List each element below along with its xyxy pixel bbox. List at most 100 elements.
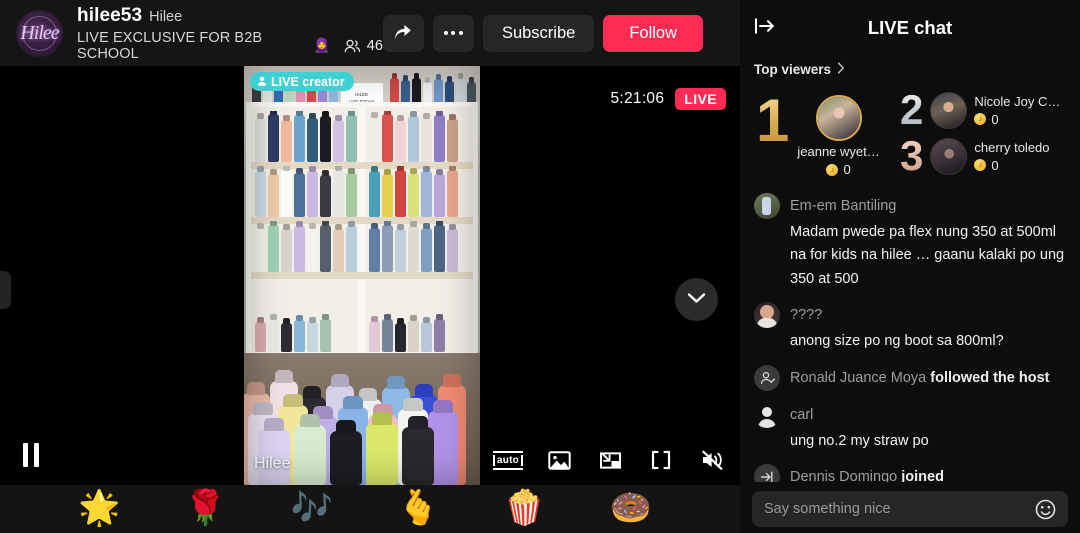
chat-message[interactable]: carl ung no.2 my straw po xyxy=(754,402,1066,453)
top-viewer-rank-1[interactable]: 1 jeanne wyet… 0 xyxy=(756,87,880,178)
chat-input-placeholder[interactable]: Say something nice xyxy=(764,501,1035,517)
coin-count: 0 xyxy=(991,157,999,173)
viewer-count-group: 46 xyxy=(344,38,383,54)
viewer-count: 46 xyxy=(366,37,383,54)
quality-auto-icon: auto xyxy=(493,450,523,470)
avatar-logo-text: Hilee xyxy=(20,21,59,44)
chat-author: carl xyxy=(790,406,814,423)
player-column: Hilee hilee53 Hilee LIVE EXCLUSIVE FOR B… xyxy=(0,0,740,533)
gift-popcorn[interactable]: 🍿 xyxy=(503,491,545,525)
stream-timer: 5:21:06 xyxy=(610,90,665,107)
coin-icon xyxy=(974,113,987,125)
enter-icon xyxy=(754,464,780,482)
more-options-button[interactable] xyxy=(432,14,474,52)
chat-header: LIVE chat xyxy=(740,0,1080,56)
chat-input-bar[interactable]: Say something nice xyxy=(752,491,1068,527)
subscribe-button[interactable]: Subscribe xyxy=(482,14,595,52)
follow-button[interactable]: Follow xyxy=(603,14,703,52)
emoji-smiley-icon[interactable] xyxy=(1035,499,1056,520)
chevron-down-icon xyxy=(687,292,706,307)
rank-number: 2 xyxy=(900,86,924,133)
gift-rose[interactable]: 🌹 xyxy=(184,491,226,525)
live-video[interactable]: HILEE LiVE TODAY SEPT 04 2023 xyxy=(244,66,480,485)
avatar[interactable] xyxy=(930,137,968,175)
top-viewers-label: Top viewers xyxy=(754,62,832,77)
live-status-badge: LIVE xyxy=(675,88,726,110)
chat-title: LIVE chat xyxy=(867,17,953,38)
chat-text: anong size po ng boot sa 800ml? xyxy=(790,333,1004,350)
gift-finger-heart[interactable]: 🫰 xyxy=(397,491,439,525)
pause-icon xyxy=(23,443,39,467)
video-vignette xyxy=(244,66,480,485)
people-icon xyxy=(344,39,361,53)
chat-message-list[interactable]: Em-em Bantiling Madam pwede pa flex nung… xyxy=(740,187,1080,482)
chat-author: ???? xyxy=(790,307,823,324)
gift-music-note[interactable]: 🎶 xyxy=(291,491,333,525)
gallery-button[interactable] xyxy=(545,447,573,473)
chat-message[interactable]: ???? anong size po ng boot sa 800ml? xyxy=(754,302,1066,353)
live-creator-label: LIVE creator xyxy=(271,74,345,89)
top-viewer-name: Nicole Joy C… xyxy=(974,93,1061,109)
collapse-panel-icon[interactable] xyxy=(754,16,778,41)
coin-count: 0 xyxy=(991,111,999,127)
stream-title-emoji: 🧕 xyxy=(313,37,331,53)
chat-author: Ronald Juance Moya xyxy=(790,369,927,386)
chat-system-text: Dennis Domingo joined xyxy=(790,469,1066,482)
nickname: Hilee xyxy=(149,8,183,25)
pause-button[interactable] xyxy=(18,441,44,469)
chat-system-text: Ronald Juance Moya followed the host xyxy=(790,370,1066,386)
person-icon xyxy=(257,75,267,89)
chat-author: Dennis Domingo xyxy=(790,469,898,482)
chat-text: Madam pwede pa flex nung 350 at 500ml na… xyxy=(790,224,1065,287)
stream-header: Hilee hilee53 Hilee LIVE EXCLUSIVE FOR B… xyxy=(0,0,740,66)
coin-count-group: 0 xyxy=(826,162,851,177)
gift-star[interactable]: 🌟 xyxy=(78,491,120,525)
avatar[interactable] xyxy=(754,193,780,219)
pip-icon xyxy=(599,450,622,471)
follow-icon xyxy=(754,364,780,391)
picture-in-picture-button[interactable] xyxy=(596,447,624,473)
quality-auto-button[interactable]: auto xyxy=(493,447,523,473)
top-viewer-info: Nicole Joy C… 0 xyxy=(974,94,1060,127)
header-actions: Subscribe Follow xyxy=(382,14,728,52)
top-viewer-rank-2[interactable]: 2 Nicole Joy C… 0 xyxy=(900,89,1060,131)
gift-donut[interactable]: 🍩 xyxy=(610,491,652,525)
more-options-icon xyxy=(443,31,463,35)
avatar[interactable] xyxy=(754,302,780,329)
chevron-right-icon xyxy=(837,62,845,77)
coin-icon xyxy=(974,159,987,171)
top-viewer-name: cherry toledo xyxy=(974,139,1050,155)
player-controls: auto xyxy=(493,447,726,473)
chat-author: Em-em Bantiling xyxy=(790,198,897,214)
stream-title: LIVE EXCLUSIVE FOR B2B SCHOOL xyxy=(77,29,263,62)
stream-meta-row: LIVE EXCLUSIVE FOR B2B SCHOOL 🧕 46 xyxy=(77,30,383,62)
avatar[interactable]: Hilee xyxy=(16,9,63,57)
mute-button[interactable] xyxy=(698,447,726,473)
live-stream-page: Hilee hilee53 Hilee LIVE EXCLUSIVE FOR B… xyxy=(0,0,1080,533)
avatar[interactable] xyxy=(754,402,780,428)
share-button[interactable] xyxy=(382,14,424,52)
panel-handle[interactable] xyxy=(0,271,11,309)
rank-number: 3 xyxy=(900,132,924,179)
fullscreen-icon xyxy=(650,450,672,470)
chat-message[interactable]: Em-em Bantiling Madam pwede pa flex nung… xyxy=(754,193,1066,291)
avatar[interactable] xyxy=(930,91,968,129)
top-viewers-header[interactable]: Top viewers xyxy=(740,56,1080,77)
username[interactable]: hilee53 xyxy=(77,5,142,27)
coin-count-group: 0 xyxy=(974,158,1049,173)
top-viewers-podium: 1 jeanne wyet… 0 2 xyxy=(740,77,1080,187)
chat-system-join: Dennis Domingo joined xyxy=(754,464,1066,482)
stream-duration-group: 5:21:06 LIVE xyxy=(610,88,726,110)
avatar[interactable] xyxy=(815,95,862,141)
scroll-down-button[interactable] xyxy=(675,278,718,321)
top-viewer-name: jeanne wyet… xyxy=(797,144,880,159)
share-arrow-icon xyxy=(393,24,413,42)
top-viewer-rank-3[interactable]: 3 cherry toledo 0 xyxy=(900,135,1050,177)
coin-icon xyxy=(826,163,839,176)
video-stage[interactable]: HILEE LiVE TODAY SEPT 04 2023 xyxy=(0,66,740,485)
fullscreen-button[interactable] xyxy=(647,447,675,473)
top-viewer-info: jeanne wyet… 0 xyxy=(797,95,880,177)
picture-icon xyxy=(547,450,571,471)
volume-muted-icon xyxy=(700,449,725,471)
rank-number: 1 xyxy=(756,87,790,154)
